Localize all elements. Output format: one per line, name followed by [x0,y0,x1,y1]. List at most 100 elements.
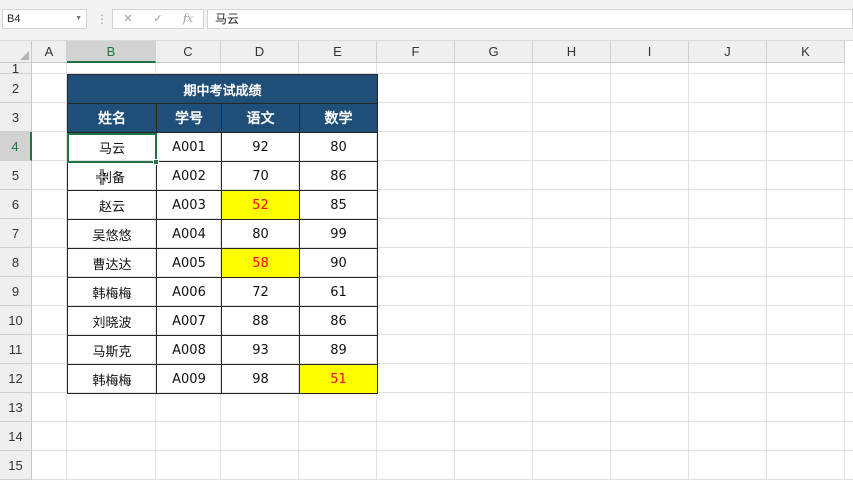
header-cell[interactable]: 学号 [156,103,222,133]
row-header-6[interactable]: 6 [0,190,32,219]
table-row: 吴悠悠 A004 80 99 [67,219,378,249]
formula-buttons: ✕ ✓ fx [112,9,204,29]
table-cell[interactable]: A009 [156,364,222,394]
table-cell[interactable]: 刘备 [67,161,157,191]
table-cell[interactable]: 赵云 [67,190,157,220]
enter-icon[interactable]: ✓ [147,11,169,27]
table-cell[interactable]: 马斯克 [67,335,157,365]
row-header-13[interactable]: 13 [0,393,32,422]
column-header-c[interactable]: C [156,41,221,63]
formula-input[interactable]: 马云 [207,9,853,29]
table-cell[interactable]: 曹达达 [67,248,157,278]
column-header-j[interactable]: J [689,41,767,63]
table-cell[interactable]: A002 [156,161,222,191]
table-cell[interactable]: 86 [299,161,378,191]
score-table: 期中考试成绩 姓名 学号 语文 数学 马云 A001 92 80 刘备 A002 70 86 赵云 A0… [67,74,378,394]
table-cell[interactable]: 93 [221,335,300,365]
table-cell[interactable]: 72 [221,277,300,307]
row-header-15[interactable]: 15 [0,451,32,480]
table-cell[interactable]: A008 [156,335,222,365]
table-cell[interactable]: 马云 [67,132,157,162]
column-header-b[interactable]: B [67,41,156,63]
gridline-vertical [454,63,455,480]
row-header-5[interactable]: 5 [0,161,32,190]
table-cell[interactable]: 韩梅梅 [67,364,157,394]
table-cell[interactable]: 61 [299,277,378,307]
gridline-horizontal [32,421,853,422]
header-cell[interactable]: 语文 [221,103,300,133]
table-cell[interactable]: 86 [299,306,378,336]
row-header-9[interactable]: 9 [0,277,32,306]
table-cell[interactable]: 51 [299,364,378,394]
cancel-icon[interactable]: ✕ [117,11,139,27]
table-cell[interactable]: 99 [299,219,378,249]
table-cell[interactable]: A001 [156,132,222,162]
table-cell[interactable]: A006 [156,277,222,307]
table-cell[interactable]: 58 [221,248,300,278]
table-row: 马云 A001 92 80 [67,132,378,162]
table-cell[interactable]: A007 [156,306,222,336]
header-cell[interactable]: 姓名 [67,103,157,133]
row-header-8[interactable]: 8 [0,248,32,277]
table-cell[interactable]: 韩梅梅 [67,277,157,307]
table-cell[interactable]: 98 [221,364,300,394]
column-header-i[interactable]: I [611,41,689,63]
table-cell[interactable]: A004 [156,219,222,249]
table-title[interactable]: 期中考试成绩 [67,74,378,104]
table-cell[interactable]: 刘晓波 [67,306,157,336]
formula-bar: B4 ▼ ⋮ ✕ ✓ fx 马云 [0,0,853,40]
name-box[interactable]: B4 ▼ [2,9,87,29]
table-cell[interactable]: 52 [221,190,300,220]
table-cell[interactable]: 80 [299,132,378,162]
gridline-vertical [688,63,689,480]
row-header-3[interactable]: 3 [0,103,32,132]
table-cell[interactable]: 89 [299,335,378,365]
insert-function-icon[interactable]: fx [177,11,199,27]
table-row: 韩梅梅 A009 98 51 [67,364,378,394]
row-header-11[interactable]: 11 [0,335,32,364]
column-header-f[interactable]: F [377,41,455,63]
table-title-row: 期中考试成绩 [67,74,378,104]
table-cell[interactable]: A003 [156,190,222,220]
name-box-value: B4 [7,13,21,25]
row-header-10[interactable]: 10 [0,306,32,335]
move-cursor-icon [96,169,108,185]
column-header-e[interactable]: E [299,41,377,63]
table-row: 韩梅梅 A006 72 61 [67,277,378,307]
table-cell[interactable]: 85 [299,190,378,220]
gridline-vertical [532,63,533,480]
table-cell[interactable]: A005 [156,248,222,278]
row-header-14[interactable]: 14 [0,422,32,451]
row-header-4[interactable]: 4 [0,132,32,161]
row-header-2[interactable]: 2 [0,74,32,103]
gridline-vertical [610,63,611,480]
gridline-horizontal [32,450,853,451]
select-all-button[interactable] [0,41,32,63]
table-cell[interactable]: 90 [299,248,378,278]
column-header-g[interactable]: G [455,41,533,63]
row-header-12[interactable]: 12 [0,364,32,393]
gridline-vertical [766,63,767,480]
table-cell[interactable]: 88 [221,306,300,336]
column-header-h[interactable]: H [533,41,611,63]
gridline-vertical [844,63,845,480]
row-header-7[interactable]: 7 [0,219,32,248]
row-header-1[interactable]: 1 [0,62,32,75]
table-row: 赵云 A003 52 85 [67,190,378,220]
chevron-down-icon[interactable]: ▼ [75,10,82,28]
table-cell[interactable]: 70 [221,161,300,191]
column-header-d[interactable]: D [221,41,299,63]
fill-handle[interactable] [153,159,159,165]
table-row: 刘备 A002 70 86 [67,161,378,191]
table-cell[interactable]: 80 [221,219,300,249]
table-cell[interactable]: 吴悠悠 [67,219,157,249]
column-header-a[interactable]: A [32,41,67,63]
table-row: 曹达达 A005 58 90 [67,248,378,278]
table-row: 马斯克 A008 93 89 [67,335,378,365]
table-header-row: 姓名 学号 语文 数学 [67,103,378,133]
header-cell[interactable]: 数学 [299,103,378,133]
column-header-k[interactable]: K [767,41,845,63]
table-cell[interactable]: 92 [221,132,300,162]
more-options-icon[interactable]: ⋮ [96,10,108,28]
table-row: 刘晓波 A007 88 86 [67,306,378,336]
